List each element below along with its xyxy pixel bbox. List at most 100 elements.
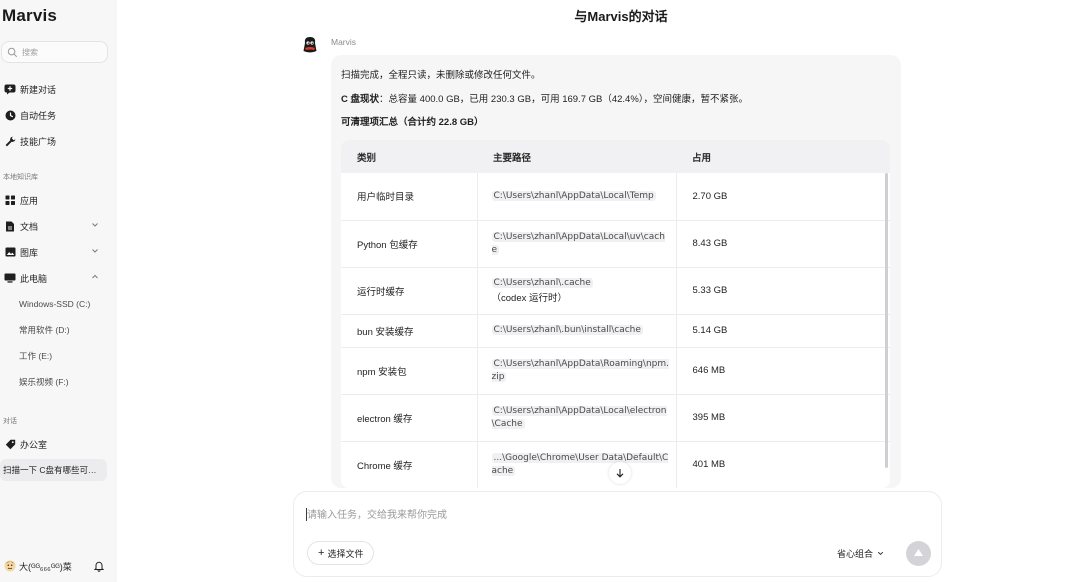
new-chat-icon [4, 83, 16, 95]
drive-c[interactable]: Windows-SSD (C:) [19, 296, 90, 312]
clock-icon [4, 109, 16, 121]
composer: + 选择文件 省心组合 [293, 491, 942, 577]
cleanup-summary: 可清理项汇总（合计约 22.8 GB） [341, 117, 484, 128]
user-name: 大(ᴳᴳ₆₆₆ᴳᴳ)菜 [19, 561, 72, 572]
scroll-to-bottom-button[interactable] [609, 462, 631, 484]
kb-documents[interactable]: 文档 [4, 216, 110, 236]
cell-size: 401 MB [676, 441, 890, 488]
cell-path: C:\Users\zhanl\AppData\Local\Temp [476, 173, 677, 221]
nav-skills-label: 技能广场 [20, 136, 57, 147]
cell-category: electron 缓存 [341, 394, 477, 442]
cell-path: C:\Users\zhanl\AppData\Local\uv\cache [476, 220, 677, 268]
nav-skills[interactable]: 技能广场 [4, 131, 110, 151]
message-line-1: 扫描完成，全程只读，未删除或修改任何文件。 [341, 70, 541, 81]
cell-path: C:\Users\zhanl\.cache （codex 运行时） [476, 267, 677, 315]
bot-name: Marvis [331, 37, 357, 47]
cell-category: Chrome 缓存 [341, 441, 477, 488]
table-row: Python 包缓存 C:\Users\zhanl\AppData\Local\… [341, 220, 890, 268]
kb-this-pc[interactable]: 此电脑 [4, 268, 110, 288]
table-row: 用户临时目录 C:\Users\zhanl\AppData\Local\Temp… [341, 173, 890, 221]
table-row: bun 安装缓存 C:\Users\zhanl\.bun\install\cac… [341, 314, 890, 348]
tag-icon [4, 438, 16, 450]
user-avatar-icon [4, 560, 16, 572]
kb-apps[interactable]: 应用 [4, 190, 110, 210]
document-icon [4, 220, 16, 232]
header-category: 类别 [357, 152, 377, 164]
kb-documents-label: 文档 [20, 221, 39, 232]
active-conversation[interactable]: 扫描一下 C盘有哪些可… [0, 459, 107, 481]
path-code: ...\Google\Chrome\User Data\Default\Cach… [491, 452, 669, 476]
user-profile[interactable]: 大(ᴳᴳ₆₆₆ᴳᴳ)菜 [4, 558, 72, 574]
cell-path: ...\Google\Chrome\User Data\Default\Cach… [476, 441, 677, 488]
marvis-avatar-icon [303, 37, 317, 53]
arrow-down-icon [616, 469, 624, 478]
conv-group-label: 办公室 [20, 439, 48, 450]
cell-path: C:\Users\zhanl\AppData\Local\electron\Ca… [476, 394, 677, 442]
table-row: npm 安装包 C:\Users\zhanl\AppData\Roaming\n… [341, 347, 890, 395]
pick-file-button[interactable]: + 选择文件 [307, 541, 375, 565]
assistant-message: 扫描完成，全程只读，未删除或修改任何文件。 C 盘现状：总容量 400.0 GB… [331, 55, 901, 488]
cell-category: bun 安装缓存 [341, 314, 477, 348]
task-input[interactable] [307, 507, 907, 523]
cell-path: C:\Users\zhanl\AppData\Roaming\npm.zip [476, 347, 677, 395]
c-drive-status-label: C 盘现状 [341, 94, 380, 105]
drive-f[interactable]: 娱乐视频 (F:) [19, 374, 69, 390]
kb-apps-label: 应用 [20, 195, 39, 206]
conv-group-office[interactable]: 办公室 [4, 434, 110, 454]
kb-gallery[interactable]: 图库 [4, 242, 110, 262]
nav-new-chat[interactable]: 新建对话 [4, 79, 110, 99]
chevron-up-icon[interactable] [90, 272, 100, 282]
chevron-down-icon[interactable] [90, 220, 100, 230]
arrow-up-icon [914, 549, 923, 556]
cell-category: 运行时缓存 [341, 267, 477, 315]
cell-size: 395 MB [676, 394, 890, 442]
grid-icon [4, 194, 16, 206]
table-row: 运行时缓存 C:\Users\zhanl\.cache （codex 运行时） … [341, 267, 890, 315]
cell-size: 8.43 GB [676, 220, 890, 268]
path-code: C:\Users\zhanl\AppData\Local\uv\cache [491, 231, 665, 255]
search-icon [7, 47, 18, 57]
path-code: C:\Users\zhanl\.bun\install\cache [491, 325, 643, 335]
conv-section-label: 对话 [3, 418, 17, 425]
path-note: （codex 运行时） [491, 293, 568, 304]
table-scrollbar[interactable] [885, 173, 888, 468]
conversation-title: 与Marvis的对话 [574, 9, 668, 24]
image-icon [4, 246, 16, 258]
path-code: C:\Users\zhanl\AppData\Roaming\npm.zip [491, 358, 669, 382]
header-path: 主要路径 [493, 152, 532, 164]
cleanup-table: 类别 主要路径 占用 用户临时目录 C:\Users\zhanl\AppData… [341, 140, 890, 488]
mode-selector[interactable]: 省心组合 [837, 547, 885, 560]
kb-gallery-label: 图库 [20, 247, 39, 258]
table-header-row: 类别 主要路径 占用 [341, 140, 890, 173]
cell-path: C:\Users\zhanl\.bun\install\cache [476, 314, 677, 348]
cell-size: 5.33 GB [676, 267, 890, 315]
kb-section-label: 本地知识库 [3, 174, 38, 181]
nav-new-chat-label: 新建对话 [20, 84, 57, 95]
search-input[interactable] [22, 47, 102, 57]
drive-d[interactable]: 常用软件 (D:) [19, 322, 70, 338]
chevron-down-icon[interactable] [90, 246, 100, 256]
message-line-2: C 盘现状：总容量 400.0 GB，已用 230.3 GB，可用 169.7 … [341, 91, 748, 105]
search-box[interactable] [1, 41, 108, 63]
table-row: electron 缓存 C:\Users\zhanl\AppData\Local… [341, 394, 890, 442]
nav-auto-tasks[interactable]: 自动任务 [4, 105, 110, 125]
bell-icon[interactable] [93, 560, 105, 572]
nav-auto-tasks-label: 自动任务 [20, 110, 57, 121]
cell-category: 用户临时目录 [341, 173, 477, 221]
path-code: C:\Users\zhanl\AppData\Local\electron\Ca… [491, 405, 667, 429]
wrench-icon [4, 135, 16, 147]
mode-label: 省心组合 [837, 549, 874, 559]
c-drive-status-text: ：总容量 400.0 GB，已用 230.3 GB，可用 169.7 GB（42… [379, 94, 749, 105]
chevron-down-icon [877, 551, 884, 556]
kb-this-pc-label: 此电脑 [20, 273, 48, 284]
cell-size: 2.70 GB [676, 173, 890, 221]
pick-file-label: 选择文件 [327, 548, 364, 559]
plus-icon: + [318, 547, 325, 559]
send-button[interactable] [906, 541, 931, 566]
path-code: C:\Users\zhanl\.cache [491, 278, 593, 288]
cell-category: npm 安装包 [341, 347, 477, 395]
monitor-icon [4, 272, 16, 284]
drive-e[interactable]: 工作 (E:) [19, 348, 52, 364]
sidebar: Marvis 新建对话 自动任务 技能广场 本地知识库 应用 文档 图库 此电脑… [0, 0, 117, 582]
cell-size: 646 MB [676, 347, 890, 395]
